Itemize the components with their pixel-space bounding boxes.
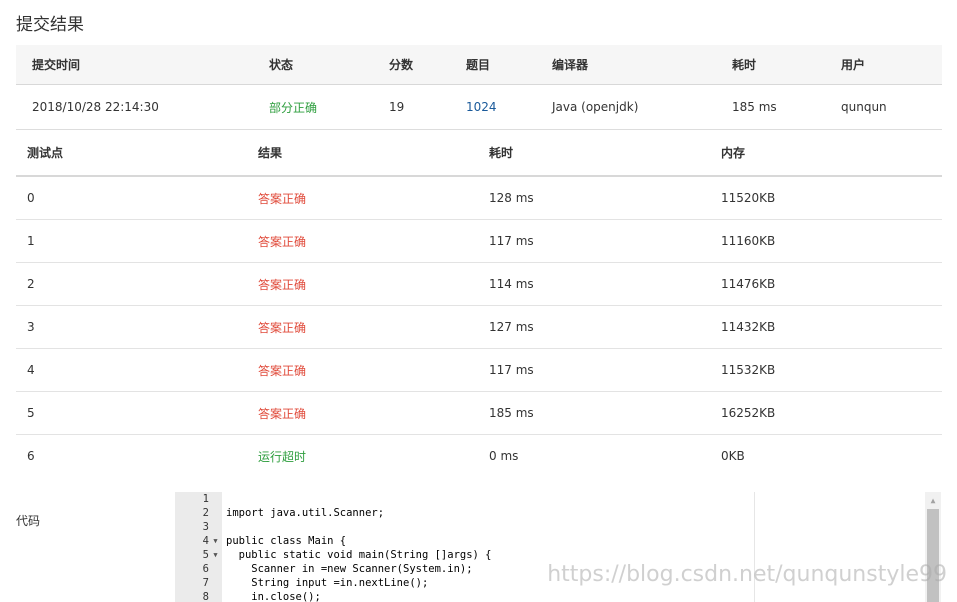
line-number: 1 bbox=[202, 493, 209, 505]
code-line: 5 ▼ public static void main(String []arg… bbox=[175, 548, 941, 562]
scroll-up-arrow-icon[interactable]: ▲ bbox=[925, 492, 941, 508]
test-time: 117 ms bbox=[489, 363, 534, 377]
test-time: 114 ms bbox=[489, 277, 534, 291]
code-text: String input =in.nextLine(); bbox=[226, 577, 429, 589]
test-time: 0 ms bbox=[489, 449, 519, 463]
test-memory: 16252KB bbox=[721, 406, 776, 420]
table-row: 5 答案正确 185 ms 16252KB bbox=[16, 392, 942, 435]
test-result: 答案正确 bbox=[258, 320, 307, 335]
table-row: 4 答案正确 117 ms 11532KB bbox=[16, 349, 942, 392]
line-number: 2 bbox=[202, 507, 209, 519]
code-text: public class Main { bbox=[226, 535, 347, 547]
test-time: 185 ms bbox=[489, 406, 534, 420]
header-submit-time: 提交时间 bbox=[32, 58, 81, 72]
line-number: 5 bbox=[202, 549, 209, 561]
test-result: 答案正确 bbox=[258, 191, 307, 206]
table-row: 6 运行超时 0 ms 0KB bbox=[16, 435, 942, 477]
test-result: 答案正确 bbox=[258, 406, 307, 421]
table-row: 1 答案正确 117 ms 11160KB bbox=[16, 220, 942, 263]
test-memory: 11476KB bbox=[721, 277, 776, 291]
code-line: 1 bbox=[175, 492, 941, 506]
test-result: 答案正确 bbox=[258, 363, 307, 378]
code-label: 代码 bbox=[16, 514, 41, 528]
test-point-id: 1 bbox=[27, 234, 35, 248]
scrollbar-thumb[interactable] bbox=[927, 509, 939, 602]
header-user: 用户 bbox=[841, 58, 866, 72]
test-point-id: 3 bbox=[27, 320, 35, 334]
page-title: 提交结果 bbox=[16, 15, 84, 35]
watermark: https://blog.csdn.net/qunqunstyle99 bbox=[547, 562, 947, 587]
header-test-point: 测试点 bbox=[27, 146, 64, 160]
test-result: 答案正确 bbox=[258, 277, 307, 292]
code-text: in.close(); bbox=[226, 591, 321, 602]
problem-link[interactable]: 1024 bbox=[466, 85, 497, 129]
header-problem: 题目 bbox=[466, 58, 491, 72]
header-status: 状态 bbox=[269, 58, 294, 72]
test-result: 答案正确 bbox=[258, 234, 307, 249]
line-number: 8 bbox=[202, 591, 209, 602]
test-memory: 11432KB bbox=[721, 320, 776, 334]
table-row: 3 答案正确 127 ms 11432KB bbox=[16, 306, 942, 349]
line-number: 6 bbox=[202, 563, 209, 575]
test-result: 运行超时 bbox=[258, 449, 307, 464]
line-number: 3 bbox=[202, 521, 209, 533]
code-text: Scanner in =new Scanner(System.in); bbox=[226, 563, 473, 575]
code-text: import java.util.Scanner; bbox=[226, 507, 385, 519]
test-memory: 0KB bbox=[721, 449, 745, 463]
header-memory: 内存 bbox=[721, 146, 746, 160]
submission-result-page: 提交结果 提交时间 状态 分数 题目 编译器 耗时 用户 2018/10/28 … bbox=[0, 0, 957, 602]
header-cost: 耗时 bbox=[732, 58, 757, 72]
user-value: qunqun bbox=[841, 100, 887, 114]
submission-table: 提交时间 状态 分数 题目 编译器 耗时 用户 2018/10/28 22:14… bbox=[16, 45, 942, 130]
header-result: 结果 bbox=[258, 146, 283, 160]
line-number: 7 bbox=[202, 577, 209, 589]
line-number: 4 bbox=[202, 535, 209, 547]
header-score: 分数 bbox=[389, 58, 414, 72]
test-point-id: 0 bbox=[27, 191, 35, 205]
code-text: public static void main(String []args) { bbox=[226, 549, 492, 561]
header-compiler: 编译器 bbox=[552, 58, 589, 72]
test-point-id: 6 bbox=[27, 449, 35, 463]
cost-value: 185 ms bbox=[732, 100, 777, 114]
submission-table-header: 提交时间 状态 分数 题目 编译器 耗时 用户 bbox=[16, 45, 942, 85]
code-line: 4 ▼ public class Main { bbox=[175, 534, 941, 548]
fold-arrow-icon[interactable]: ▼ bbox=[211, 534, 220, 548]
test-point-id: 2 bbox=[27, 277, 35, 291]
test-time: 127 ms bbox=[489, 320, 534, 334]
test-memory: 11520KB bbox=[721, 191, 776, 205]
test-case-table: 测试点 结果 耗时 内存 0 答案正确 128 ms 11520KB 1 答案正… bbox=[16, 130, 942, 477]
code-line: 3 bbox=[175, 520, 941, 534]
table-row: 0 答案正确 128 ms 11520KB bbox=[16, 177, 942, 220]
test-case-header: 测试点 结果 耗时 内存 bbox=[16, 130, 942, 177]
code-line: 2 import java.util.Scanner; bbox=[175, 506, 941, 520]
submission-row: 2018/10/28 22:14:30 部分正确 19 1024 Java (o… bbox=[16, 85, 942, 130]
test-point-id: 5 bbox=[27, 406, 35, 420]
test-memory: 11160KB bbox=[721, 234, 776, 248]
score-value: 19 bbox=[389, 100, 405, 114]
test-time: 128 ms bbox=[489, 191, 534, 205]
header-time: 耗时 bbox=[489, 146, 514, 160]
test-memory: 11532KB bbox=[721, 363, 776, 377]
status-badge: 部分正确 bbox=[269, 100, 318, 115]
test-time: 117 ms bbox=[489, 234, 534, 248]
code-line: 8 in.close(); bbox=[175, 590, 941, 602]
compiler-value: Java (openjdk) bbox=[552, 100, 639, 114]
submit-time: 2018/10/28 22:14:30 bbox=[32, 100, 159, 114]
fold-arrow-icon[interactable]: ▼ bbox=[211, 548, 220, 562]
test-point-id: 4 bbox=[27, 363, 35, 377]
table-row: 2 答案正确 114 ms 11476KB bbox=[16, 263, 942, 306]
